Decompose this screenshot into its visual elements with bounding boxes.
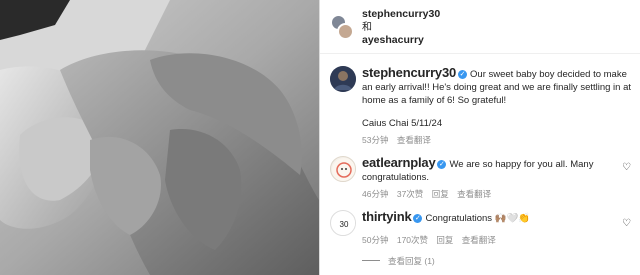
- verified-badge-icon: ✓: [413, 214, 423, 223]
- comment-reply-button[interactable]: 回复: [436, 235, 453, 245]
- verified-badge-icon: ✓: [458, 70, 468, 79]
- comment-meta: 46分钟 37次赞 回复 查看翻译: [362, 188, 497, 200]
- photo-credit: Caius Chai 5/11/24: [362, 118, 443, 129]
- avatar-image: 30: [332, 212, 355, 235]
- replies-dash: [362, 260, 380, 261]
- caption-translate-link[interactable]: 查看翻译: [397, 135, 431, 145]
- comment-translate-link[interactable]: 查看翻译: [457, 189, 491, 199]
- header-connector: 和: [362, 22, 372, 33]
- header-user-1[interactable]: stephencurry30: [362, 8, 440, 21]
- comment-avatar-eatlearnplay[interactable]: [330, 156, 356, 182]
- avatar: [337, 23, 354, 40]
- comment-likes[interactable]: 170次赞: [397, 235, 428, 245]
- post-photo-image: [0, 0, 319, 275]
- comment-time: 50分钟: [362, 235, 389, 245]
- caption-meta: 53分钟 查看翻译: [362, 134, 437, 146]
- post-photo[interactable]: [0, 0, 319, 275]
- avatar-image: [330, 66, 356, 92]
- view-replies-button[interactable]: 查看回复 (1): [362, 255, 435, 267]
- comment-text: Congratulations 🙌🏽🤍👏: [425, 213, 531, 224]
- collab-usernames: stephencurry30 和 ayeshacurry: [362, 8, 440, 47]
- comment-time: 46分钟: [362, 189, 389, 199]
- header-divider: [320, 53, 640, 54]
- comment-reply-button[interactable]: 回复: [432, 189, 449, 199]
- header-user-2[interactable]: ayeshacurry: [362, 34, 440, 47]
- comment-meta: 50分钟 170次赞 回复 查看翻译: [362, 234, 502, 246]
- comment-username[interactable]: eatlearnplay: [362, 155, 436, 170]
- post-header: stephencurry30 和 ayeshacurry: [320, 0, 640, 52]
- svg-text:30: 30: [340, 220, 349, 229]
- comment-username[interactable]: thirtyink: [362, 209, 412, 224]
- comment-avatar-thirtyink[interactable]: 30: [330, 210, 356, 236]
- avatar-image: [332, 158, 355, 181]
- heart-outline-icon[interactable]: ♡: [622, 163, 632, 173]
- comment-translate-link[interactable]: 查看翻译: [462, 235, 496, 245]
- comment-thirtyink: thirtyink ✓ Congratulations 🙌🏽🤍👏: [362, 210, 618, 225]
- caption-avatar[interactable]: [330, 66, 356, 92]
- view-replies-label: 查看回复 (1): [388, 256, 435, 266]
- caption-time: 53分钟: [362, 135, 389, 145]
- post-caption: stephencurry30 ✓ Our sweet baby boy decide…: [362, 66, 632, 107]
- comment-eatlearnplay: eatlearnplay ✓ We are so happy for you all…: [362, 156, 618, 184]
- caption-username[interactable]: stephencurry30: [362, 65, 456, 80]
- heart-outline-icon[interactable]: ♡: [622, 219, 632, 229]
- verified-badge-icon: ✓: [437, 160, 447, 169]
- collab-avatars[interactable]: [330, 14, 354, 40]
- comment-likes[interactable]: 37次赞: [397, 189, 423, 199]
- comments-panel: stephencurry30 和 ayeshacurry stephencurr…: [320, 0, 640, 275]
